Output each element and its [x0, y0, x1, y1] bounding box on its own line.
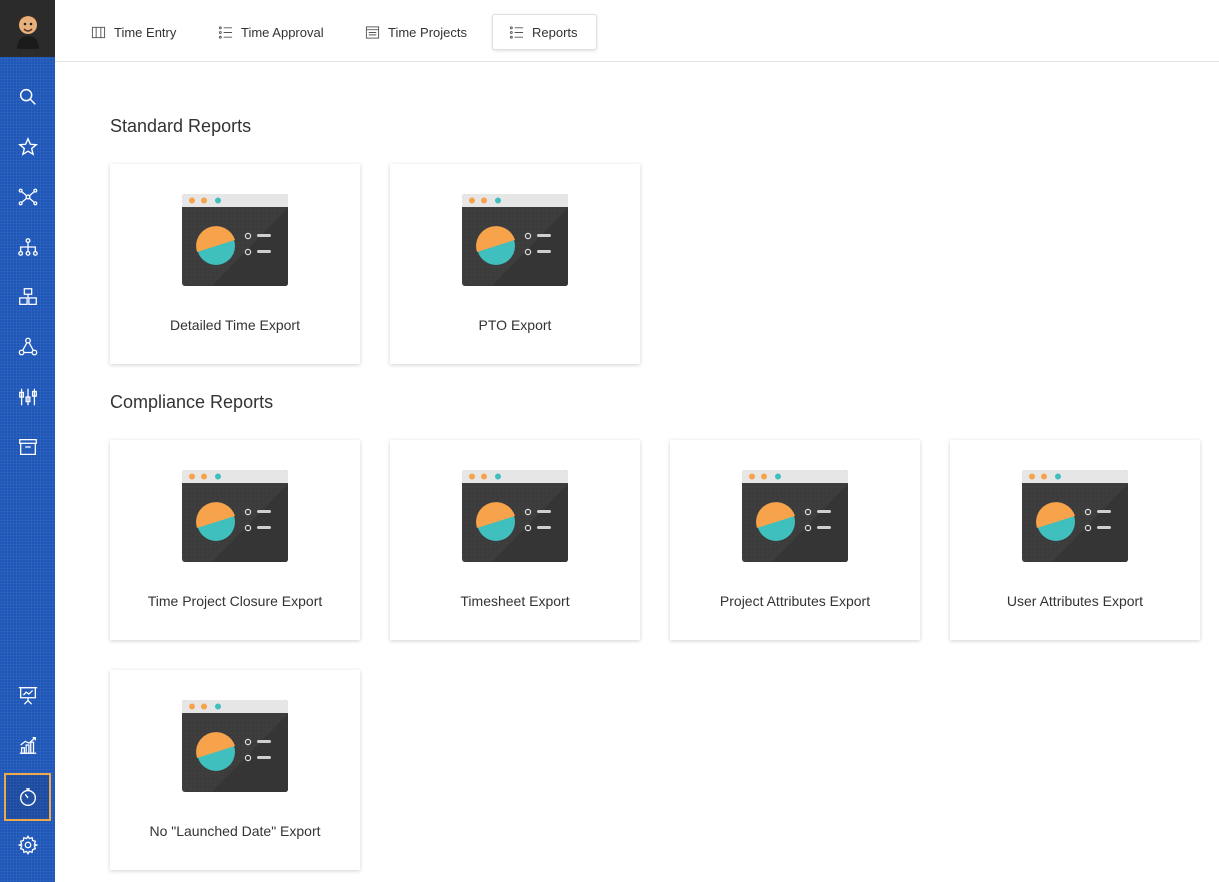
tab-label: Time Approval [241, 24, 324, 40]
section-title-compliance-reports: Compliance Reports [110, 392, 274, 412]
stopwatch-icon[interactable] [4, 773, 51, 821]
top-navigation: Time Entry Time Approval Time Projects R… [55, 0, 1219, 62]
avatar[interactable] [0, 0, 55, 57]
report-card-project-attributes-export[interactable]: Project Attributes Export [670, 440, 920, 640]
tab-time-projects[interactable]: Time Projects [349, 14, 483, 50]
tab-reports[interactable]: Reports [492, 14, 597, 50]
graph-icon[interactable] [0, 325, 55, 369]
report-card-timesheet-export[interactable]: Timesheet Export [390, 440, 640, 640]
report-illustration-icon [182, 700, 288, 792]
blocks-icon[interactable] [0, 275, 55, 319]
report-illustration-icon [742, 470, 848, 562]
section-title-standard-reports: Standard Reports [110, 116, 252, 136]
report-card-label: Project Attributes Export [719, 593, 871, 609]
columns-icon [91, 26, 106, 38]
tab-label: Time Projects [388, 24, 467, 40]
report-illustration-icon [182, 470, 288, 562]
list-icon [218, 25, 233, 39]
network-icon[interactable] [0, 175, 55, 219]
chart-icon[interactable] [0, 723, 55, 767]
report-card-user-attributes-export[interactable]: User Attributes Export [950, 440, 1200, 640]
report-card-time-project-closure-export[interactable]: Time Project Closure Export [110, 440, 360, 640]
report-illustration-icon [1022, 470, 1128, 562]
report-card-label: No "Launched Date" Export [149, 823, 321, 839]
archive-icon[interactable] [0, 425, 55, 469]
tab-time-entry[interactable]: Time Entry [75, 14, 192, 50]
tab-time-approval[interactable]: Time Approval [202, 14, 340, 50]
sidebar [0, 0, 55, 882]
report-card-label: Time Project Closure Export [147, 593, 323, 609]
gear-icon[interactable] [0, 823, 55, 867]
report-card-label: Timesheet Export [460, 593, 570, 609]
report-card-detailed-time-export[interactable]: Detailed Time Export [110, 164, 360, 364]
list-icon [509, 25, 524, 39]
sliders-icon[interactable] [0, 375, 55, 419]
presentation-icon[interactable] [0, 673, 55, 717]
star-icon[interactable] [0, 125, 55, 169]
report-card-label: Detailed Time Export [170, 317, 300, 333]
report-card-pto-export[interactable]: PTO Export [390, 164, 640, 364]
report-card-no-launched-date-export[interactable]: No "Launched Date" Export [110, 670, 360, 870]
report-illustration-icon [462, 194, 568, 286]
report-illustration-icon [462, 470, 568, 562]
search-icon[interactable] [0, 75, 55, 119]
report-card-label: User Attributes Export [1006, 593, 1144, 609]
hierarchy-icon[interactable] [0, 225, 55, 269]
report-card-label: PTO Export [478, 317, 552, 333]
tab-label: Time Entry [114, 24, 177, 40]
document-list-icon [365, 25, 380, 39]
tab-label: Reports [532, 24, 578, 40]
report-illustration-icon [182, 194, 288, 286]
